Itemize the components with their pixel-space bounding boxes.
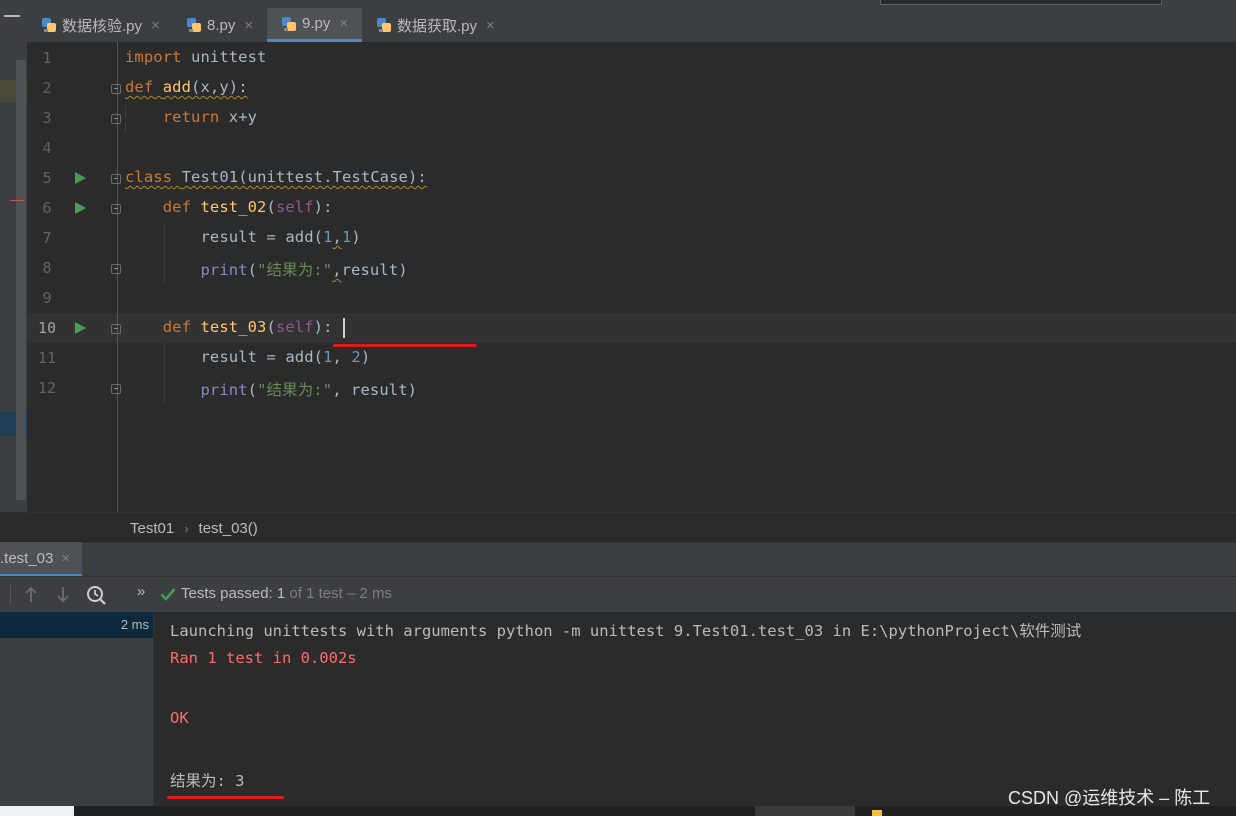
python-file-icon — [376, 17, 392, 33]
folder-icon[interactable] — [872, 810, 882, 816]
more-chevrons-icon[interactable]: » — [137, 583, 145, 600]
error-marker — [10, 200, 24, 201]
line-number: 11 — [37, 349, 57, 367]
tab-label: 数据核验.py — [62, 17, 143, 35]
test-results-tree — [0, 612, 154, 806]
fold-icon[interactable] — [111, 84, 121, 94]
fold-icon[interactable] — [111, 384, 121, 394]
history-icon[interactable] — [86, 585, 108, 605]
run-test-icon[interactable] — [75, 172, 86, 184]
close-icon[interactable]: × — [244, 17, 253, 34]
tab-8-py[interactable]: 8.py × — [172, 8, 267, 42]
code-line-10: def test_03(self): — [162, 318, 333, 336]
code-line-11: result = add(1, 2) — [200, 348, 371, 366]
collapse-icon[interactable] — [4, 15, 20, 17]
console-line: 结果为: 3 — [170, 772, 245, 790]
close-icon[interactable]: × — [151, 17, 160, 34]
tests-status: Tests passed: 1 of 1 test – 2 ms — [181, 585, 392, 602]
toolbar-divider — [10, 585, 11, 605]
line-number: 8 — [42, 259, 52, 277]
line-number: 10 — [37, 319, 57, 337]
line-number: 9 — [42, 289, 52, 307]
check-icon — [160, 588, 176, 601]
fold-icon[interactable] — [111, 264, 121, 274]
side-panel-scrollbar[interactable] — [16, 60, 26, 500]
tab-label: 9.py — [302, 15, 331, 32]
console-line: Ran 1 test in 0.002s — [170, 649, 357, 667]
run-config-tab[interactable]: .test_03 × — [0, 542, 83, 577]
tab-label: 8.py — [207, 16, 236, 34]
run-tab-bar — [0, 542, 1236, 577]
code-line-2: def add(x,y): — [125, 78, 248, 96]
fold-icon[interactable] — [111, 174, 121, 184]
gutter-divider — [117, 42, 118, 512]
test-duration: 2 ms — [120, 617, 149, 632]
run-test-icon[interactable] — [75, 322, 86, 334]
line-number: 4 — [42, 139, 52, 157]
tab-label: 数据获取.py — [397, 17, 478, 35]
tab-data-fetch[interactable]: 数据获取.py × — [362, 8, 507, 42]
breadcrumb-separator: › — [184, 520, 189, 536]
fold-icon[interactable] — [111, 204, 121, 214]
line-number: 2 — [42, 79, 52, 97]
breadcrumb-class[interactable]: Test01 — [130, 520, 174, 537]
arrow-up-icon[interactable] — [24, 586, 38, 603]
arrow-down-icon[interactable] — [56, 586, 70, 603]
line-number: 3 — [42, 109, 52, 127]
run-tab-label: .test_03 — [0, 549, 54, 567]
close-icon[interactable]: × — [339, 15, 348, 32]
taskbar — [0, 806, 1236, 816]
editor-tab-bar: 数据核验.py × 8.py × 9.py × 数据获取.py × — [27, 8, 1236, 43]
line-number: 6 — [42, 199, 52, 217]
breadcrumb: Test01 › test_03() — [27, 512, 1236, 543]
code-line-5: class Test01(unittest.TestCase): — [125, 168, 427, 186]
code-line-3: return x+y — [162, 108, 258, 126]
fold-icon[interactable] — [111, 114, 121, 124]
taskbar-start-area[interactable] — [0, 806, 74, 816]
python-file-icon — [186, 17, 202, 33]
test-result-row[interactable]: 2 ms — [0, 612, 153, 638]
fold-icon[interactable] — [111, 324, 121, 334]
code-line-1: import unittest — [125, 48, 267, 66]
line-number: 5 — [42, 169, 52, 187]
console-line: Launching unittests with arguments pytho… — [170, 622, 1082, 640]
taskbar-active-item[interactable] — [755, 806, 855, 816]
search-field-edge[interactable] — [880, 0, 1162, 5]
breadcrumb-method[interactable]: test_03() — [199, 520, 258, 537]
line-number: 7 — [42, 229, 52, 247]
line-number: 1 — [42, 49, 52, 67]
text-caret — [343, 318, 345, 338]
tab-9-py[interactable]: 9.py × — [267, 8, 362, 42]
tab-data-check[interactable]: 数据核验.py × — [27, 8, 172, 42]
red-annotation-underline — [333, 344, 477, 347]
code-line-7: result = add(1,1) — [200, 228, 361, 246]
run-test-icon[interactable] — [75, 202, 86, 214]
console-output[interactable] — [154, 612, 1236, 806]
close-icon[interactable]: × — [61, 550, 70, 567]
code-line-12: print("结果为:", result) — [200, 381, 418, 399]
code-line-6: def test_02(self): — [162, 198, 333, 216]
red-annotation-underline — [167, 796, 284, 799]
console-line: OK — [170, 709, 189, 727]
line-number: 12 — [37, 379, 57, 397]
python-file-icon — [41, 17, 57, 33]
close-icon[interactable]: × — [486, 17, 495, 34]
python-file-icon — [281, 16, 297, 32]
code-line-8: print("结果为:",result) — [200, 261, 408, 279]
run-toolbar: » Tests passed: 1 of 1 test – 2 ms — [0, 576, 1236, 613]
